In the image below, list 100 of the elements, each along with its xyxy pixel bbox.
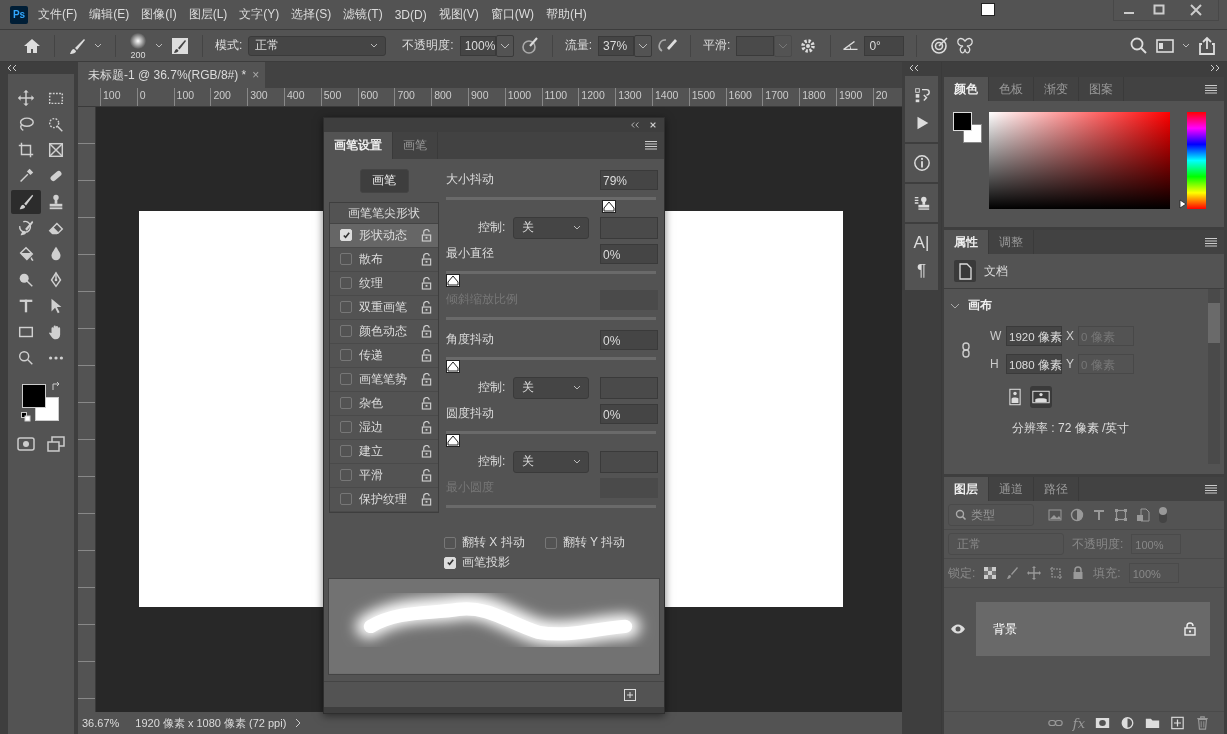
document-tab[interactable]: 未标题-1 @ 36.7%(RGB/8#) * × — [78, 62, 265, 88]
brush-tip-icon[interactable] — [129, 31, 147, 50]
menu-item[interactable]: 3D(D) — [394, 7, 427, 22]
target-icon[interactable] — [929, 35, 950, 56]
brush-panel-toggle-icon[interactable] — [170, 35, 190, 56]
panel-tab[interactable]: 画笔 — [393, 131, 438, 159]
paragraph-panel-icon[interactable]: ¶ — [916, 262, 927, 280]
shape-filter-icon[interactable] — [1114, 508, 1128, 522]
brush-option-item[interactable]: 画笔笔势 — [330, 367, 438, 392]
slider-thumb[interactable] — [446, 359, 460, 373]
brush-option-item[interactable]: 杂色 — [330, 391, 438, 416]
checkbox[interactable] — [544, 536, 557, 549]
color-swatches-icon[interactable] — [953, 112, 983, 144]
checkbox[interactable] — [340, 277, 352, 290]
zoom-level[interactable]: 36.67% — [82, 717, 120, 729]
menu-item[interactable]: 文件(F) — [38, 6, 78, 23]
collapse-icon[interactable] — [630, 120, 640, 129]
layer-mask-icon[interactable] — [1095, 716, 1110, 730]
unlocked-icon[interactable] — [421, 324, 432, 338]
checkbox[interactable] — [340, 469, 352, 482]
brush-option-item[interactable]: 湿边 — [330, 415, 438, 440]
checkbox[interactable] — [340, 445, 352, 458]
eye-icon[interactable] — [950, 624, 966, 634]
menu-icon[interactable] — [1204, 84, 1218, 94]
color-swatches-icon[interactable] — [22, 384, 59, 421]
menu-item[interactable]: 滤镜(T) — [343, 6, 383, 23]
value-field[interactable]: 0% — [600, 403, 658, 424]
color-picker-field[interactable] — [989, 112, 1170, 209]
value-field[interactable]: 0% — [600, 329, 658, 350]
panel-tab[interactable]: 图层 — [944, 477, 989, 501]
stamp-list-icon[interactable] — [912, 194, 931, 212]
control-dropdown[interactable]: 关 — [513, 450, 589, 473]
checkbox[interactable] — [340, 373, 352, 386]
butterfly-icon[interactable] — [955, 35, 976, 56]
brush-option-item[interactable]: 颜色动态 — [330, 319, 438, 344]
filter-toggle[interactable] — [1158, 506, 1168, 524]
panel-tab[interactable]: 通道 — [989, 477, 1034, 501]
menu-item[interactable]: 视图(V) — [438, 6, 479, 23]
brush-tool-icon[interactable] — [11, 190, 41, 214]
unlocked-icon[interactable] — [421, 492, 432, 506]
quick-mask-icon[interactable] — [16, 434, 36, 454]
menu-item[interactable]: 图像(I) — [141, 6, 177, 23]
search-icon[interactable] — [1129, 35, 1149, 56]
checkbox[interactable] — [340, 301, 352, 314]
value-field[interactable] — [600, 450, 658, 473]
default-colors-icon[interactable] — [21, 412, 31, 422]
flow-field[interactable]: 37% — [598, 35, 635, 56]
opacity-field[interactable]: 100% — [459, 35, 496, 56]
angle-field[interactable]: 0° — [864, 35, 905, 56]
lock-position-icon[interactable] — [1027, 566, 1042, 580]
checkbox[interactable] — [444, 536, 456, 549]
menu-icon[interactable] — [644, 140, 658, 151]
adjustment-layer-icon[interactable] — [1120, 716, 1135, 730]
brush-option-item[interactable]: 保护纹理 — [330, 487, 438, 512]
unlocked-icon[interactable] — [421, 444, 432, 458]
image-filter-icon[interactable] — [1048, 508, 1062, 522]
mode-dropdown[interactable]: 正常 — [248, 35, 387, 56]
unlocked-icon[interactable] — [421, 468, 432, 482]
checkbox[interactable] — [340, 493, 352, 506]
brushes-button[interactable]: 画笔 — [359, 168, 409, 193]
brush-option-item[interactable]: 平滑 — [330, 463, 438, 488]
new-preset-icon[interactable] — [624, 688, 636, 701]
share-icon[interactable] — [1197, 35, 1217, 56]
unlocked-icon[interactable] — [421, 276, 432, 290]
swap-colors-icon[interactable] — [51, 382, 61, 392]
landscape-icon[interactable] — [1030, 386, 1052, 408]
brush-tip-shape-item[interactable]: 画笔笔尖形状 — [330, 202, 438, 224]
close-icon[interactable] — [648, 120, 658, 129]
unlocked-icon[interactable] — [421, 228, 432, 242]
menu-item[interactable]: 选择(S) — [291, 6, 332, 23]
unlocked-icon[interactable] — [421, 372, 432, 386]
value-field[interactable] — [600, 216, 658, 239]
menu-icon[interactable] — [1204, 484, 1218, 494]
panel-tab[interactable]: 颜色 — [944, 77, 989, 101]
menu-item[interactable]: 窗口(W) — [490, 6, 534, 23]
unlocked-icon[interactable] — [421, 252, 432, 266]
type-filter-icon[interactable] — [1092, 508, 1106, 522]
menu-item[interactable]: 帮助(H) — [546, 6, 587, 23]
menu-item[interactable]: 编辑(E) — [89, 6, 130, 23]
adjustment-filter-icon[interactable] — [1070, 508, 1084, 522]
checkbox[interactable] — [340, 421, 352, 434]
smart-object-filter-icon[interactable] — [1136, 508, 1150, 522]
app-logo[interactable]: Ps — [10, 5, 28, 24]
slider-thumb[interactable] — [602, 199, 617, 213]
panel-tab[interactable]: 属性 — [944, 230, 989, 254]
dimension-field[interactable]: 1920 像素 — [1006, 326, 1062, 346]
value-field[interactable] — [600, 376, 658, 399]
panel-tab[interactable]: 渐变 — [1034, 77, 1079, 101]
checkbox[interactable] — [340, 397, 352, 410]
tab-close-button[interactable]: × — [252, 68, 260, 82]
checkbox[interactable] — [340, 253, 352, 266]
character-panel-icon[interactable]: A| — [913, 234, 930, 252]
lock-icon[interactable] — [1184, 622, 1196, 636]
menu-item[interactable]: 文字(Y) — [239, 6, 280, 23]
value-field[interactable]: 0% — [600, 243, 658, 264]
brush-option-item[interactable]: 双重画笔 — [330, 295, 438, 320]
scrollbar[interactable] — [1208, 289, 1220, 464]
trash-icon[interactable] — [1195, 716, 1210, 730]
collapse-icon[interactable] — [908, 64, 920, 72]
slider-thumb[interactable] — [446, 273, 460, 287]
